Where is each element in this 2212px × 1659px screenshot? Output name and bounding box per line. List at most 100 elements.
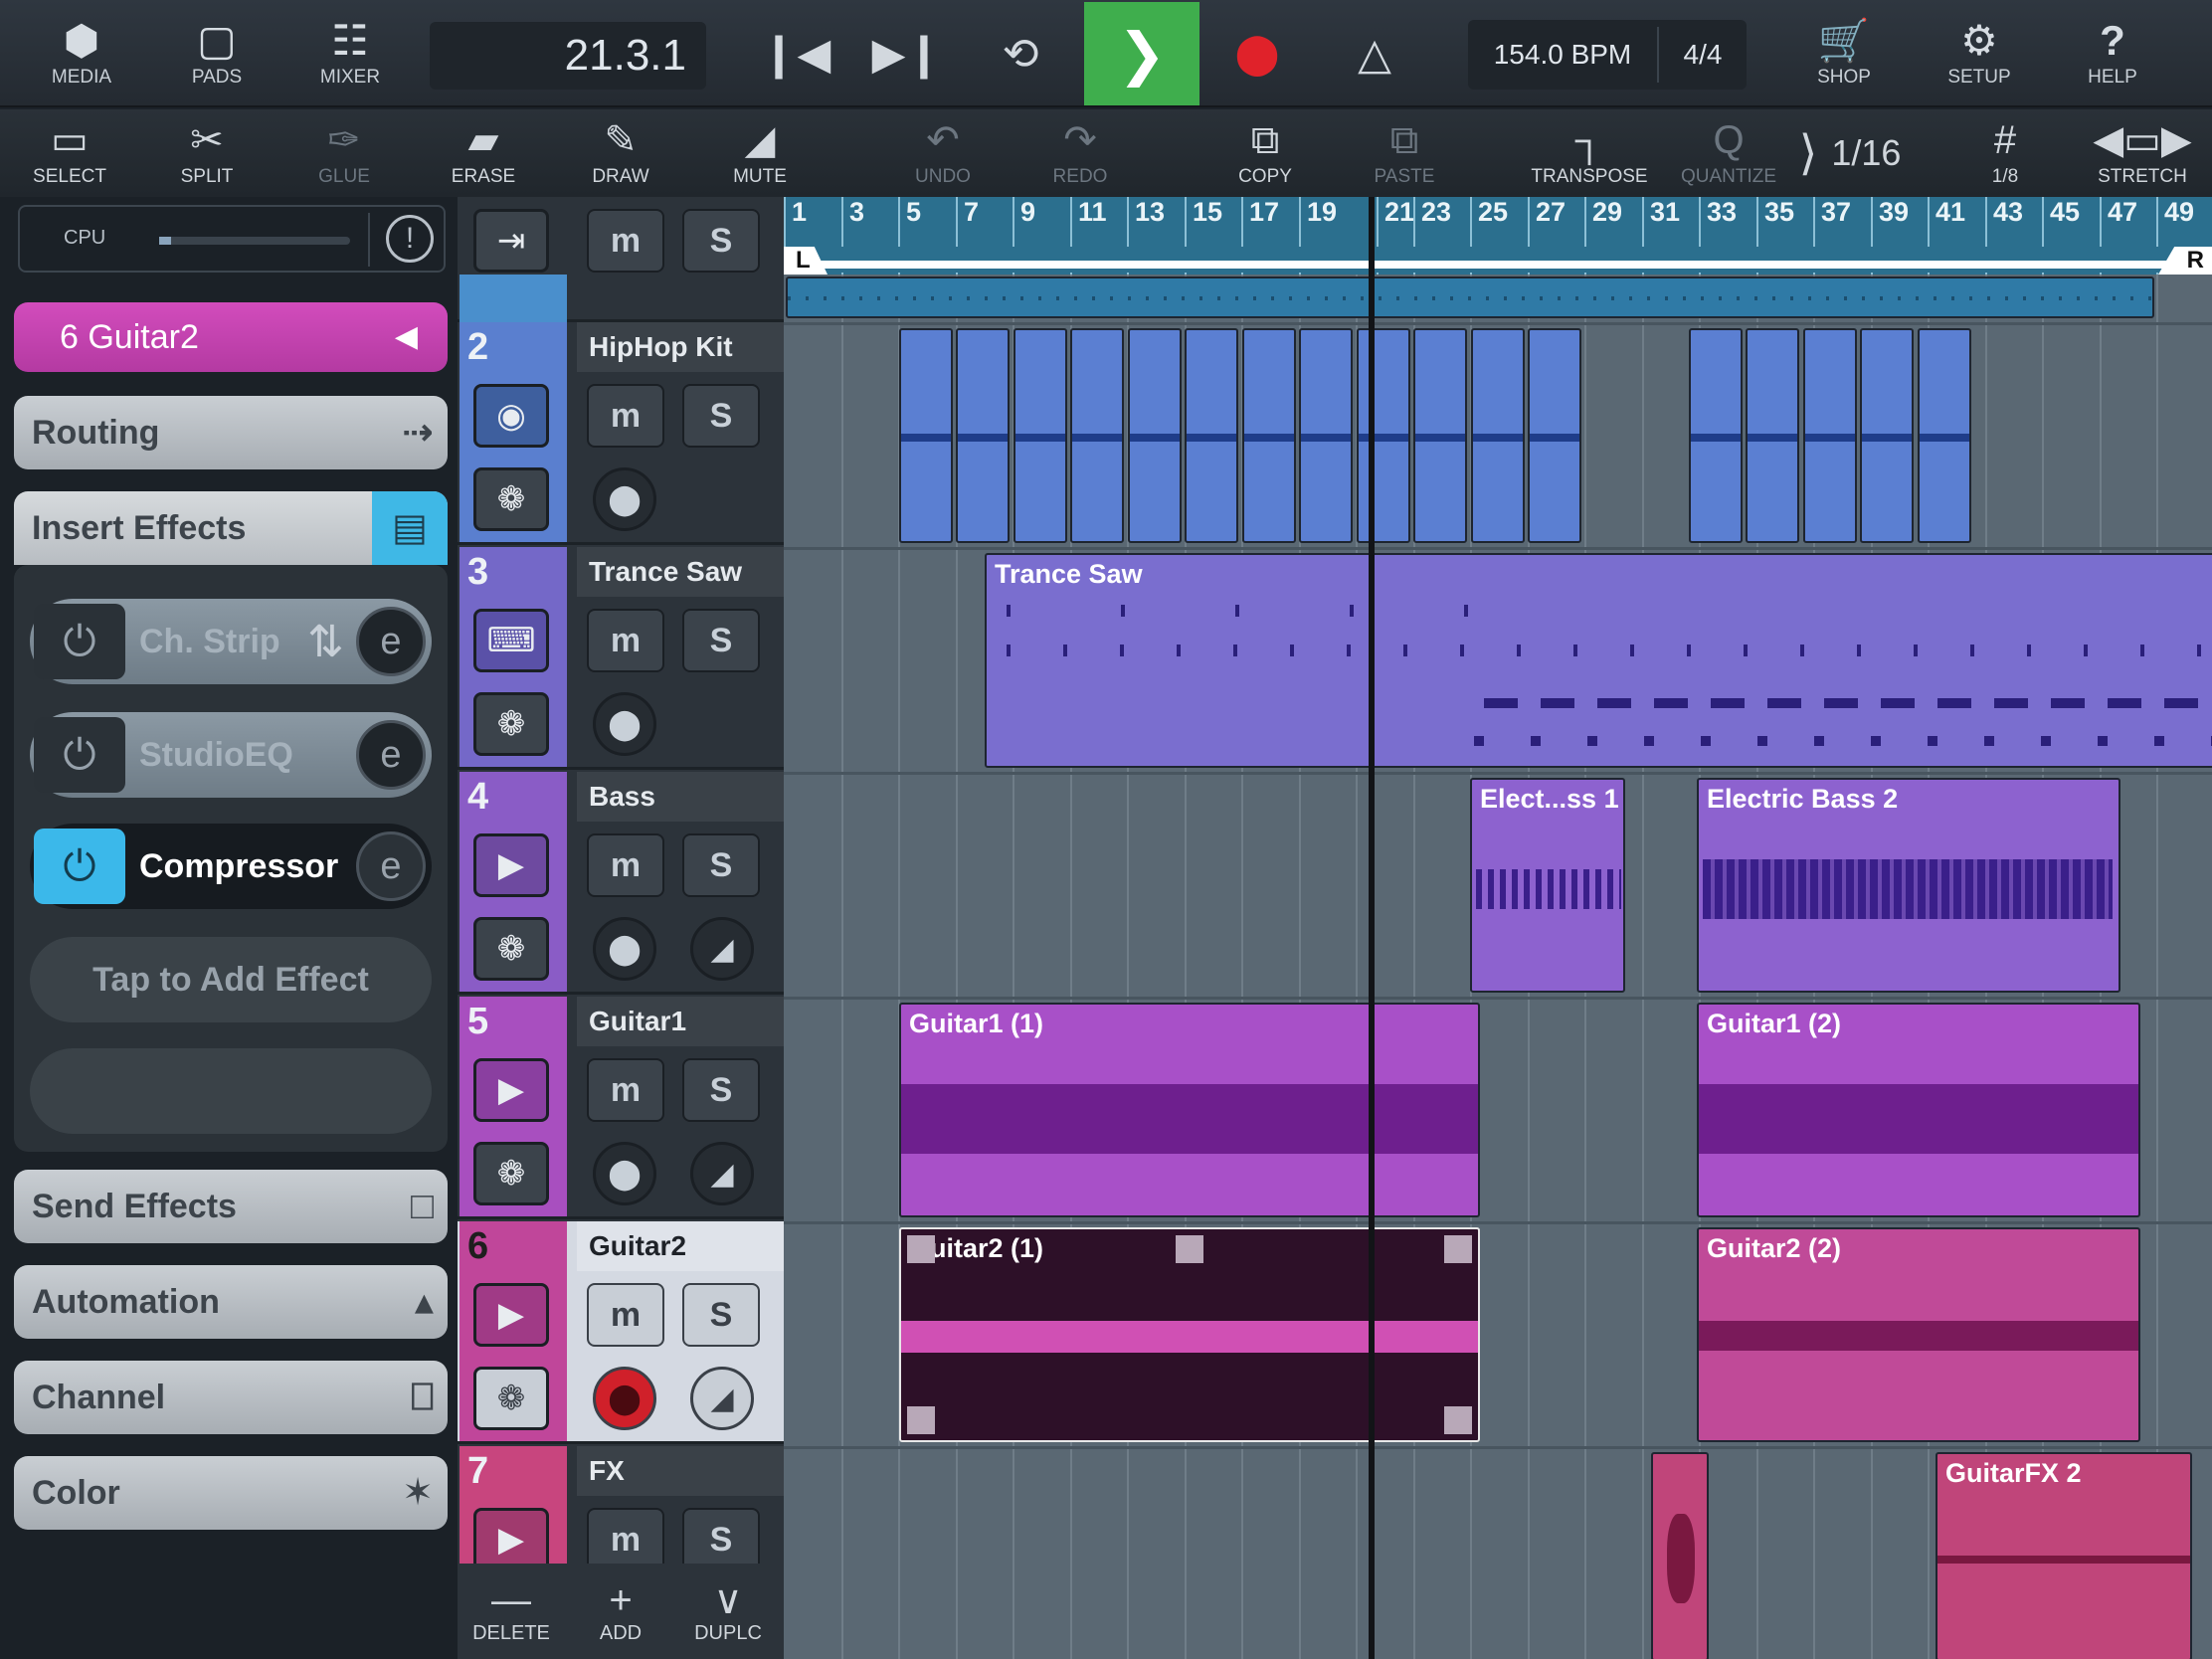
drum-clip[interactable] (1471, 328, 1525, 543)
track-4[interactable]: 4 Bass ▶ m S ❁ ⬤ ◢ (458, 772, 784, 995)
split-tool[interactable]: ✂ SPLIT (157, 109, 257, 197)
clip-guitarfx-1[interactable] (1651, 1452, 1709, 1659)
cycle-button[interactable]: ⟲ (981, 0, 1060, 107)
track-name[interactable]: Bass (577, 772, 784, 822)
clip-guitarfx-2[interactable]: GuitarFX 2 (1936, 1452, 2192, 1659)
track-name[interactable]: Guitar1 (577, 997, 784, 1046)
alert-icon[interactable]: ! (386, 215, 434, 263)
play-button[interactable]: ❯ (1084, 2, 1199, 105)
power-icon[interactable]: ⏻ (34, 717, 125, 793)
edit-effect-icon[interactable]: e (356, 831, 426, 901)
pads-button[interactable]: ▢ PADS (175, 0, 259, 107)
insert-plugin-icon[interactable]: ▤ (372, 491, 448, 565)
record-arm-button[interactable]: ⬤ (593, 467, 656, 531)
selected-track-header[interactable]: 6 Guitar2 ◀ (14, 302, 448, 372)
drum-clip[interactable] (1803, 328, 1857, 543)
clip-electric-bass-2[interactable]: Electric Bass 2 (1697, 778, 2120, 993)
record-arm-button[interactable]: ⬤ (593, 692, 656, 756)
metronome-button[interactable]: △ (1335, 0, 1414, 107)
channel-button[interactable]: Channel ⎕ (14, 1361, 448, 1434)
redo-button[interactable]: ↷ REDO (1030, 109, 1130, 197)
solo-button[interactable]: S (682, 1058, 760, 1122)
cycle-range-bar[interactable] (814, 261, 2196, 269)
mute-tool[interactable]: ◢ MUTE (710, 109, 810, 197)
bpm-value[interactable]: 154.0 BPM (1468, 39, 1657, 71)
go-to-start-button[interactable]: ❙◀ (756, 0, 835, 107)
clip-guitar1-1[interactable]: Guitar1 (1) (899, 1003, 1480, 1217)
erase-tool[interactable]: ▰ ERASE (434, 109, 533, 197)
drum-clip[interactable] (1242, 328, 1296, 543)
delete-track-button[interactable]: — DELETE (458, 1564, 565, 1659)
locator-range[interactable]: L R (784, 247, 2212, 275)
timeline-ruler[interactable]: 1 3 5 7 9 11 13 15 17 19 21 23 25 27 29 … (784, 197, 2212, 275)
volume-handle[interactable] (1176, 1235, 1203, 1263)
quantize-button[interactable]: Q QUANTIZE (1679, 109, 1778, 197)
solo-button[interactable]: S (682, 609, 760, 672)
track-name[interactable]: Trance Saw (577, 547, 784, 597)
media-button[interactable]: ⬢ MEDIA (40, 0, 123, 107)
time-signature[interactable]: 4/4 (1659, 39, 1747, 71)
position-display[interactable]: 21.3.1 (430, 22, 706, 90)
track-3[interactable]: 3 Trance Saw ⌨ m S ❁ ⬤ (458, 547, 784, 770)
send-effects-button[interactable]: Send Effects □ (14, 1170, 448, 1243)
color-button[interactable]: Color ✶ (14, 1456, 448, 1530)
edit-effect-icon[interactable]: e (356, 720, 426, 790)
clip-trance-saw[interactable]: Trance Saw (985, 553, 2212, 768)
add-effect-slot[interactable]: Tap to Add Effect (30, 937, 432, 1022)
drum-clip[interactable] (899, 328, 953, 543)
clip-electric-bass-1[interactable]: Elect...ss 1 (1470, 778, 1625, 993)
empty-effect-slot[interactable] (30, 1048, 432, 1134)
drum-clip[interactable] (956, 328, 1010, 543)
drum-clip[interactable] (1746, 328, 1799, 543)
paste-button[interactable]: ⧉ PASTE (1355, 109, 1454, 197)
record-arm-button[interactable]: ⬤ (593, 1142, 656, 1205)
solo-button[interactable]: S (682, 1283, 760, 1347)
automation-button[interactable]: Automation ▴ (14, 1265, 448, 1339)
mute-button[interactable]: m (587, 609, 664, 672)
solo-button[interactable]: S (682, 833, 760, 897)
track-name[interactable]: HipHop Kit (577, 322, 784, 372)
drum-clip[interactable] (1918, 328, 1971, 543)
drum-clip[interactable] (1185, 328, 1238, 543)
monitor-speaker-icon[interactable]: ◢ (690, 917, 754, 981)
drum-clip[interactable] (1689, 328, 1743, 543)
clip-track1[interactable] (786, 276, 2154, 318)
synth-keyboard-icon[interactable]: ⌨ (473, 609, 549, 672)
add-track-button[interactable]: + ADD (567, 1564, 674, 1659)
monitor-speaker-icon[interactable]: ◢ (690, 1367, 754, 1430)
mute-button[interactable]: m (587, 833, 664, 897)
effect-slot-ch-strip[interactable]: ⏻ Ch. Strip ⇅ e (30, 599, 432, 684)
glue-tool[interactable]: ✑ GLUE (294, 109, 394, 197)
play-icon[interactable]: ▶ (473, 1058, 549, 1122)
power-icon[interactable]: ⏻ (34, 604, 125, 679)
drum-clip[interactable] (1860, 328, 1914, 543)
draw-tool[interactable]: ✎ DRAW (571, 109, 670, 197)
transpose-button[interactable]: ┐ TRANSPOSE (1528, 109, 1651, 197)
play-icon[interactable]: ▶ (473, 1508, 549, 1571)
clip-guitar1-2[interactable]: Guitar1 (2) (1697, 1003, 2140, 1217)
insert-effects-header[interactable]: Insert Effects ▤ (14, 491, 448, 565)
track-name[interactable]: FX (577, 1446, 784, 1496)
grid-button[interactable]: #1/8 (1955, 109, 2055, 197)
track-6-selected[interactable]: 6 Guitar2 ▶ m S ❁ ⬤ ◢ (458, 1221, 784, 1444)
routing-button[interactable]: Routing ⇢ (14, 396, 448, 469)
solo-button[interactable]: S (682, 209, 760, 273)
clip-guitar2-1-selected[interactable]: Guitar2 (1) (899, 1227, 1480, 1442)
drum-clip[interactable] (1014, 328, 1067, 543)
setup-button[interactable]: ⚙ SETUP (1937, 0, 2021, 107)
undo-button[interactable]: ↶ UNDO (893, 109, 993, 197)
mixer-button[interactable]: ☷ MIXER (308, 0, 392, 107)
clip-guitar2-2[interactable]: Guitar2 (2) (1697, 1227, 2140, 1442)
copy-button[interactable]: ⧉ COPY (1215, 109, 1315, 197)
drum-clip[interactable] (1528, 328, 1581, 543)
quantize-value-selector[interactable]: ⟩ 1/16 (1790, 109, 1910, 197)
play-icon[interactable]: ▶ (473, 1283, 549, 1347)
arrange-view[interactable]: 1 3 5 7 9 11 13 15 17 19 21 23 25 27 29 … (784, 197, 2212, 1659)
instrument-settings-icon[interactable]: ❁ (473, 692, 549, 756)
playhead-cursor[interactable] (1369, 197, 1375, 1659)
record-button[interactable]: ⬤ (1217, 0, 1297, 107)
effect-slot-studioeq[interactable]: ⏻ StudioEQ e (30, 712, 432, 798)
settings-icon[interactable]: ❁ (473, 1142, 549, 1205)
fade-handle[interactable] (907, 1235, 935, 1263)
effect-slot-compressor[interactable]: ⏻ Compressor e (30, 824, 432, 909)
